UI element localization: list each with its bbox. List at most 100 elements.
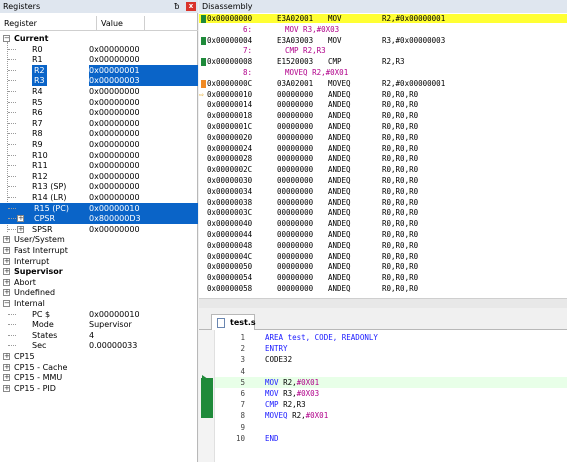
tree-node-cp15[interactable]: + CP15 xyxy=(0,351,198,362)
instruction-row[interactable]: 0x00000020 00000000 ANDEQ R0,R0,R0 xyxy=(199,133,567,142)
editor-line[interactable]: 4 xyxy=(215,366,567,377)
source-editor[interactable]: 1 AREA test, CODE, READONLY 2 ENTRY 3 CODE32 4… xyxy=(199,330,567,462)
tree-node-fast-interrupt[interactable]: + Fast Interrupt xyxy=(0,245,198,256)
register-value[interactable]: 0x00000000 xyxy=(89,160,140,171)
register-value[interactable]: 0x00000000 xyxy=(89,97,140,108)
register-value[interactable]: 0x00000000 xyxy=(89,181,140,192)
pin-icon[interactable]: ᵬ xyxy=(172,0,182,13)
expand-toggle-icon[interactable]: + xyxy=(3,353,10,360)
instruction-row[interactable]: 0x0000002C 00000000 ANDEQ R0,R0,R0 xyxy=(199,165,567,174)
source-line[interactable]: 8: MOVEQ R2,#0X01 xyxy=(199,68,567,77)
instruction-row[interactable]: 0x00000028 00000000 ANDEQ R0,R0,R0 xyxy=(199,154,567,163)
editor-line[interactable]: 1 AREA test, CODE, READONLY xyxy=(215,332,567,343)
register-row-spsr[interactable]: + SPSR 0x00000000 xyxy=(0,224,198,235)
register-value[interactable]: 0x00000000 xyxy=(89,107,140,118)
instruction-row[interactable]: ⇨ 0x00000010 00000000 ANDEQ R0,R0,R0 xyxy=(199,90,567,99)
register-value[interactable]: 0x00000000 xyxy=(89,150,140,161)
instruction-row[interactable]: 0x00000000 E3A02001 MOV R2,#0x00000001 xyxy=(199,14,567,23)
register-row-r4[interactable]: R4 0x00000000 xyxy=(0,86,198,97)
tree-node-supervisor[interactable]: + Supervisor xyxy=(0,266,198,277)
register-value[interactable]: 0x00000000 xyxy=(89,54,140,65)
register-row-r11[interactable]: R11 0x00000000 xyxy=(0,160,198,171)
register-value[interactable]: 0x00000001 xyxy=(89,64,198,76)
editor-line[interactable]: 10 END xyxy=(215,433,567,444)
register-row-r3[interactable]: R3 0x00000003 xyxy=(0,75,198,87)
register-value[interactable]: 0x00000000 xyxy=(89,118,140,129)
expand-toggle-icon[interactable]: + xyxy=(3,363,10,371)
tree-node-undefined[interactable]: + Undefined xyxy=(0,287,198,298)
expand-toggle-icon[interactable]: + xyxy=(3,247,10,254)
register-row-r6[interactable]: R6 0x00000000 xyxy=(0,107,198,118)
internal-row[interactable]: Mode Supervisor xyxy=(0,319,198,330)
instruction-row[interactable]: 0x00000054 00000000 ANDEQ R0,R0,R0 xyxy=(199,273,567,282)
expand-toggle-icon[interactable]: + xyxy=(3,384,10,392)
tree-node-current[interactable]: − Current xyxy=(0,33,198,44)
editor-line[interactable]: 3 CODE32 xyxy=(215,354,567,365)
internal-row[interactable]: PC $ 0x00000010 xyxy=(0,309,198,320)
expand-toggle-icon[interactable]: + xyxy=(3,289,10,297)
instruction-row[interactable]: 0x00000024 00000000 ANDEQ R0,R0,R0 xyxy=(199,144,567,153)
expand-toggle-icon[interactable]: + xyxy=(17,215,24,223)
register-row-r8[interactable]: R8 0x00000000 xyxy=(0,128,198,139)
register-row-r14-lr[interactable]: R14 (LR) 0x00000000 xyxy=(0,192,198,203)
register-row-r10[interactable]: R10 0x00000000 xyxy=(0,150,198,161)
editor-line[interactable]: 7 CMP R2,R3 xyxy=(215,399,567,410)
register-value[interactable]: 0x00000003 xyxy=(89,75,198,87)
editor-line[interactable]: 8 MOVEQ R2,#0X01 xyxy=(215,410,567,421)
register-value[interactable]: 0x00000000 xyxy=(89,139,140,150)
register-row-r15-pc[interactable]: R15 (PC) 0x00000010 xyxy=(0,202,198,214)
register-row-r0[interactable]: R0 0x00000000 xyxy=(0,44,198,55)
close-icon[interactable]: x xyxy=(186,2,196,11)
tab-test-s[interactable]: test.s xyxy=(211,314,256,330)
instruction-row[interactable]: 0x00000044 00000000 ANDEQ R0,R0,R0 xyxy=(199,230,567,239)
register-row-r2[interactable]: R2 0x00000001 xyxy=(0,64,198,76)
instruction-row[interactable]: 0x00000050 00000000 ANDEQ R0,R0,R0 xyxy=(199,262,567,271)
tree-node-abort[interactable]: + Abort xyxy=(0,277,198,288)
tree-node-user-system[interactable]: + User/System xyxy=(0,234,198,245)
tree-node-cp15-pid[interactable]: + CP15 - PID xyxy=(0,383,198,394)
instruction-row[interactable]: 0x00000040 00000000 ANDEQ R0,R0,R0 xyxy=(199,219,567,228)
instruction-row[interactable]: 0x00000004 E3A03003 MOV R3,#0x00000003 xyxy=(199,36,567,45)
internal-row[interactable]: States 4 xyxy=(0,330,198,341)
instruction-row[interactable]: 0x00000018 00000000 ANDEQ R0,R0,R0 xyxy=(199,111,567,120)
tree-node-interrupt[interactable]: + Interrupt xyxy=(0,256,198,267)
column-header-value[interactable]: Value xyxy=(97,16,145,31)
source-line[interactable]: 6: MOV R3,#0X03 xyxy=(199,25,567,34)
register-row-r1[interactable]: R1 0x00000000 xyxy=(0,54,198,65)
editor-line[interactable]: 2 ENTRY xyxy=(215,343,567,354)
instruction-row[interactable]: 0x00000034 00000000 ANDEQ R0,R0,R0 xyxy=(199,187,567,196)
expand-toggle-icon[interactable]: + xyxy=(17,225,24,233)
source-line[interactable]: 7: CMP R2,R3 xyxy=(199,46,567,55)
expand-toggle-icon[interactable]: + xyxy=(3,257,10,265)
instruction-row[interactable]: 0x0000003C 00000000 ANDEQ R0,R0,R0 xyxy=(199,208,567,217)
instruction-row[interactable]: 0x00000014 00000000 ANDEQ R0,R0,R0 xyxy=(199,100,567,109)
instruction-row[interactable]: 0x00000008 E1520003 CMP R2,R3 xyxy=(199,57,567,67)
expand-toggle-icon[interactable]: + xyxy=(3,268,10,276)
internal-value[interactable]: Supervisor xyxy=(89,319,132,330)
instruction-row[interactable]: 0x00000058 00000000 ANDEQ R0,R0,R0 xyxy=(199,284,567,293)
instruction-row[interactable]: 0x00000030 00000000 ANDEQ R0,R0,R0 xyxy=(199,176,567,185)
register-value[interactable]: 0x00000010 xyxy=(89,202,198,214)
internal-value[interactable]: 0.00000033 xyxy=(89,340,137,351)
internal-row[interactable]: Sec 0.00000033 xyxy=(0,340,198,351)
expand-toggle-icon[interactable]: + xyxy=(3,236,10,244)
column-header-register[interactable]: Register xyxy=(0,16,97,31)
register-value[interactable]: 0x800000D3 xyxy=(89,213,198,225)
editor-line[interactable]: 9 xyxy=(215,422,567,433)
instruction-row[interactable]: 0x00000038 00000000 ANDEQ R0,R0,R0 xyxy=(199,198,567,207)
register-row-r13-sp[interactable]: R13 (SP) 0x00000000 xyxy=(0,181,198,192)
register-row-r7[interactable]: R7 0x00000000 xyxy=(0,118,198,129)
instruction-row[interactable]: 0x0000004C 00000000 ANDEQ R0,R0,R0 xyxy=(199,252,567,261)
expand-toggle-icon[interactable]: + xyxy=(3,278,10,286)
register-value[interactable]: 0x00000000 xyxy=(89,171,140,182)
instruction-row[interactable]: 0x00000048 00000000 ANDEQ R0,R0,R0 xyxy=(199,241,567,250)
tree-node-cp15-mmu[interactable]: + CP15 - MMU xyxy=(0,372,198,383)
editor-line[interactable]: 5 MOV R2,#0X01 xyxy=(215,376,567,388)
register-value[interactable]: 0x00000000 xyxy=(89,86,140,97)
editor-gutter[interactable] xyxy=(199,330,215,462)
register-row-r12[interactable]: R12 0x00000000 xyxy=(0,171,198,182)
tree-node-cp15-cache[interactable]: + CP15 - Cache xyxy=(0,362,198,373)
register-row-r5[interactable]: R5 0x00000000 xyxy=(0,97,198,108)
internal-value[interactable]: 0x00000010 xyxy=(89,309,140,320)
editor-line[interactable]: 6 MOV R3,#0X03 xyxy=(215,388,567,399)
